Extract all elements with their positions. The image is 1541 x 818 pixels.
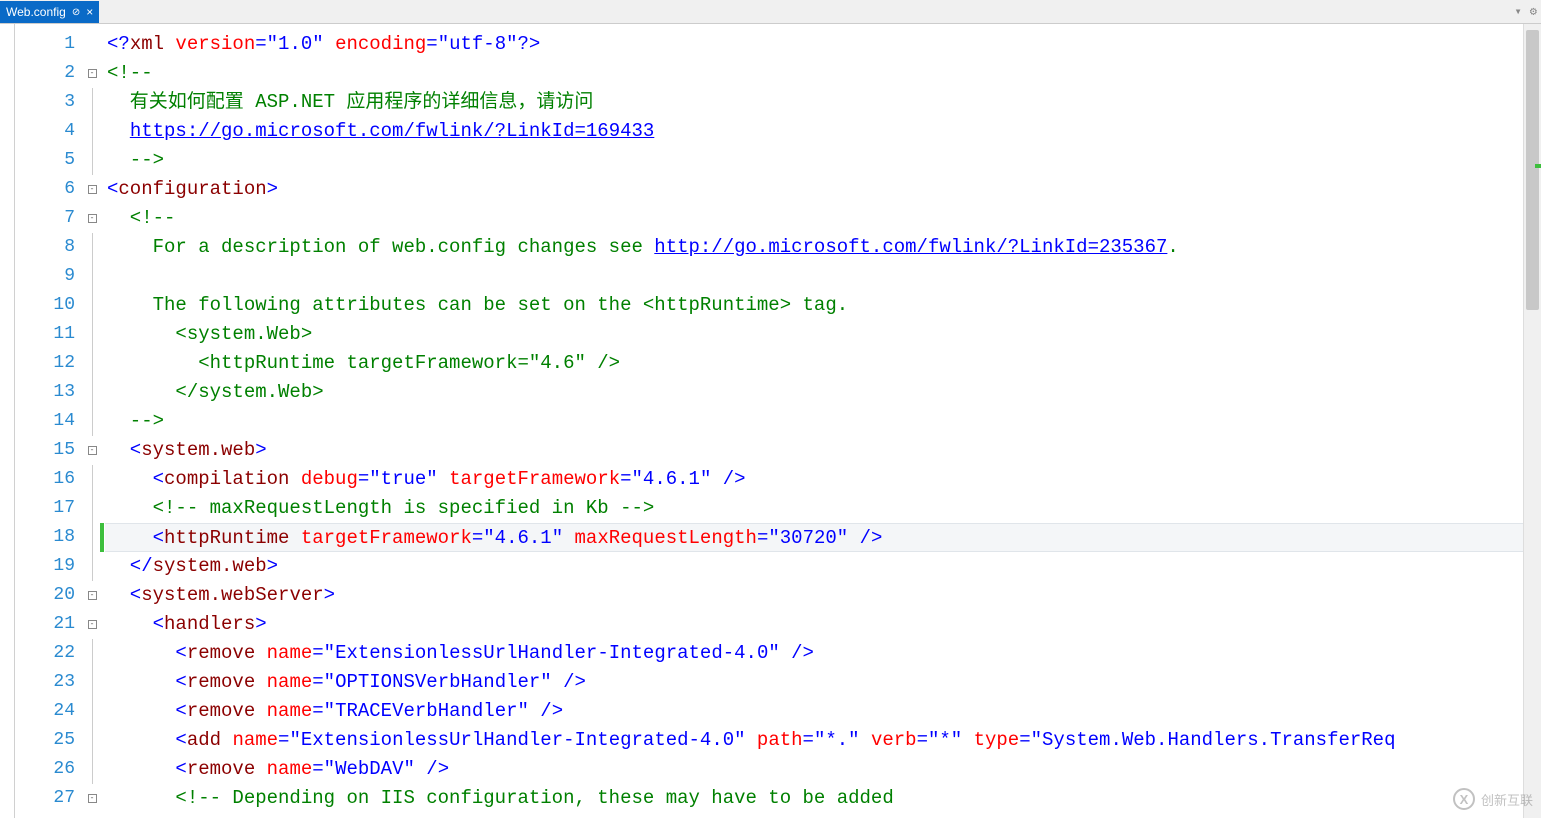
line-number: 3 — [15, 88, 85, 117]
scroll-change-mark — [1535, 164, 1541, 168]
code-line[interactable]: <!-- — [105, 204, 1523, 233]
line-number: 1 — [15, 30, 85, 59]
code-line[interactable] — [105, 262, 1523, 291]
code-area[interactable]: <?xml version="1.0" encoding="utf-8"?> <… — [105, 24, 1523, 818]
line-number: 18 — [15, 523, 85, 552]
line-number: 20 — [15, 581, 85, 610]
pin-icon[interactable]: ⊘ — [72, 7, 80, 18]
fold-toggle[interactable]: - — [85, 610, 99, 639]
code-line[interactable]: </system.Web> — [105, 378, 1523, 407]
code-line[interactable]: <!-- Depending on IIS configuration, the… — [105, 784, 1523, 813]
code-line[interactable]: The following attributes can be set on t… — [105, 291, 1523, 320]
line-number: 16 — [15, 465, 85, 494]
code-line[interactable]: <compilation debug="true" targetFramewor… — [105, 465, 1523, 494]
code-line[interactable]: 有关如何配置 ASP.NET 应用程序的详细信息，请访问 — [105, 88, 1523, 117]
fold-toggle[interactable]: - — [85, 784, 99, 813]
fold-toggle[interactable]: - — [85, 204, 99, 233]
code-line[interactable]: <add name="ExtensionlessUrlHandler-Integ… — [105, 726, 1523, 755]
fold-toggle[interactable]: - — [85, 59, 99, 88]
line-number: 14 — [15, 407, 85, 436]
line-number: 15 — [15, 436, 85, 465]
dropdown-icon[interactable]: ▾ — [1515, 4, 1522, 19]
code-editor[interactable]: 1 2 3 4 5 6 7 8 9 10 11 12 13 14 15 16 1… — [0, 24, 1541, 818]
code-line[interactable]: <system.Web> — [105, 320, 1523, 349]
line-number: 7 — [15, 204, 85, 233]
code-line[interactable]: <configuration> — [105, 175, 1523, 204]
watermark-logo-icon: X — [1453, 788, 1475, 810]
line-number: 6 — [15, 175, 85, 204]
code-line[interactable]: https://go.microsoft.com/fwlink/?LinkId=… — [105, 117, 1523, 146]
line-number: 23 — [15, 668, 85, 697]
code-line[interactable]: <system.web> — [105, 436, 1523, 465]
watermark: X 创新互联 — [1453, 788, 1533, 810]
tabbar-controls: ▾ ⚙ — [1515, 4, 1537, 19]
watermark-text: 创新互联 — [1481, 790, 1533, 809]
tab-bar: Web.config ⊘ × ▾ ⚙ — [0, 0, 1541, 24]
fold-gutter: - - - - - - - — [85, 24, 99, 818]
close-icon[interactable]: × — [86, 5, 93, 19]
line-number: 13 — [15, 378, 85, 407]
code-line[interactable]: <?xml version="1.0" encoding="utf-8"?> — [105, 30, 1523, 59]
indicator-margin — [0, 24, 15, 818]
line-number: 25 — [15, 726, 85, 755]
line-number: 12 — [15, 349, 85, 378]
code-line[interactable]: <remove name="WebDAV" /> — [105, 755, 1523, 784]
code-line[interactable]: </system.web> — [105, 552, 1523, 581]
line-number: 17 — [15, 494, 85, 523]
code-line-current[interactable]: <httpRuntime targetFramework="4.6.1" max… — [105, 523, 1523, 552]
line-number: 11 — [15, 320, 85, 349]
code-line[interactable]: <system.webServer> — [105, 581, 1523, 610]
tab-webconfig[interactable]: Web.config ⊘ × — [0, 1, 99, 23]
line-number: 2 — [15, 59, 85, 88]
fold-toggle[interactable]: - — [85, 175, 99, 204]
link[interactable]: http://go.microsoft.com/fwlink/?LinkId=2… — [654, 236, 1167, 258]
line-number: 22 — [15, 639, 85, 668]
fold-toggle[interactable]: - — [85, 581, 99, 610]
line-number: 5 — [15, 146, 85, 175]
code-line[interactable]: For a description of web.config changes … — [105, 233, 1523, 262]
scroll-thumb[interactable] — [1526, 30, 1539, 310]
change-marker — [100, 523, 104, 552]
gear-icon[interactable]: ⚙ — [1530, 4, 1537, 19]
tab-title: Web.config — [6, 5, 66, 19]
line-number: 8 — [15, 233, 85, 262]
code-line[interactable]: <httpRuntime targetFramework="4.6" /> — [105, 349, 1523, 378]
line-number: 27 — [15, 784, 85, 813]
line-number: 24 — [15, 697, 85, 726]
code-line[interactable]: <remove name="OPTIONSVerbHandler" /> — [105, 668, 1523, 697]
line-number: 26 — [15, 755, 85, 784]
fold-toggle[interactable]: - — [85, 436, 99, 465]
code-line[interactable]: <!-- — [105, 59, 1523, 88]
code-line[interactable]: <handlers> — [105, 610, 1523, 639]
code-line[interactable]: --> — [105, 407, 1523, 436]
editor-window: Web.config ⊘ × ▾ ⚙ ⬍ 1 2 3 4 5 6 7 8 9 1… — [0, 0, 1541, 818]
code-line[interactable]: <remove name="TRACEVerbHandler" /> — [105, 697, 1523, 726]
line-number-gutter: 1 2 3 4 5 6 7 8 9 10 11 12 13 14 15 16 1… — [15, 24, 85, 818]
line-number: 21 — [15, 610, 85, 639]
line-number: 10 — [15, 291, 85, 320]
vertical-scrollbar[interactable] — [1523, 24, 1541, 818]
line-number: 19 — [15, 552, 85, 581]
line-number: 9 — [15, 262, 85, 291]
code-line[interactable]: <remove name="ExtensionlessUrlHandler-In… — [105, 639, 1523, 668]
code-line[interactable]: <!-- maxRequestLength is specified in Kb… — [105, 494, 1523, 523]
code-line[interactable]: --> — [105, 146, 1523, 175]
link[interactable]: https://go.microsoft.com/fwlink/?LinkId=… — [130, 120, 655, 142]
line-number: 4 — [15, 117, 85, 146]
